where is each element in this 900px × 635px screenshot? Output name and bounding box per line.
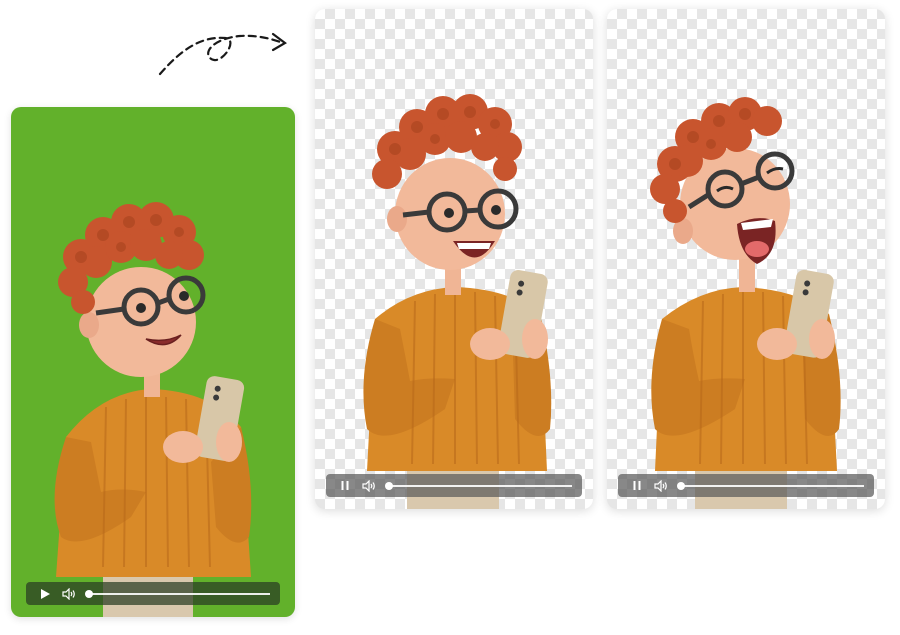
volume-icon[interactable] [58, 582, 80, 605]
progress-knob[interactable] [677, 481, 685, 490]
character-illustration [363, 94, 552, 509]
character-illustration [54, 202, 252, 617]
progress-knob[interactable] [85, 589, 93, 598]
pause-icon[interactable] [626, 474, 648, 497]
dashed-arrow-icon [158, 32, 287, 76]
volume-icon[interactable] [358, 474, 380, 497]
video-controls [326, 474, 582, 497]
progress-bar[interactable] [677, 481, 864, 490]
background-removed-video-card[interactable] [607, 9, 885, 509]
video-controls [26, 582, 280, 605]
background-removal-demo [0, 0, 900, 635]
progress-bar[interactable] [85, 589, 270, 598]
pause-icon[interactable] [334, 474, 356, 497]
original-video-card[interactable] [11, 107, 295, 617]
volume-icon[interactable] [650, 474, 672, 497]
video-controls [618, 474, 874, 497]
background-removed-video-card[interactable] [315, 9, 593, 509]
character-illustration [650, 97, 841, 509]
progress-bar[interactable] [385, 481, 572, 490]
progress-knob[interactable] [385, 481, 393, 490]
play-icon[interactable] [34, 582, 56, 605]
